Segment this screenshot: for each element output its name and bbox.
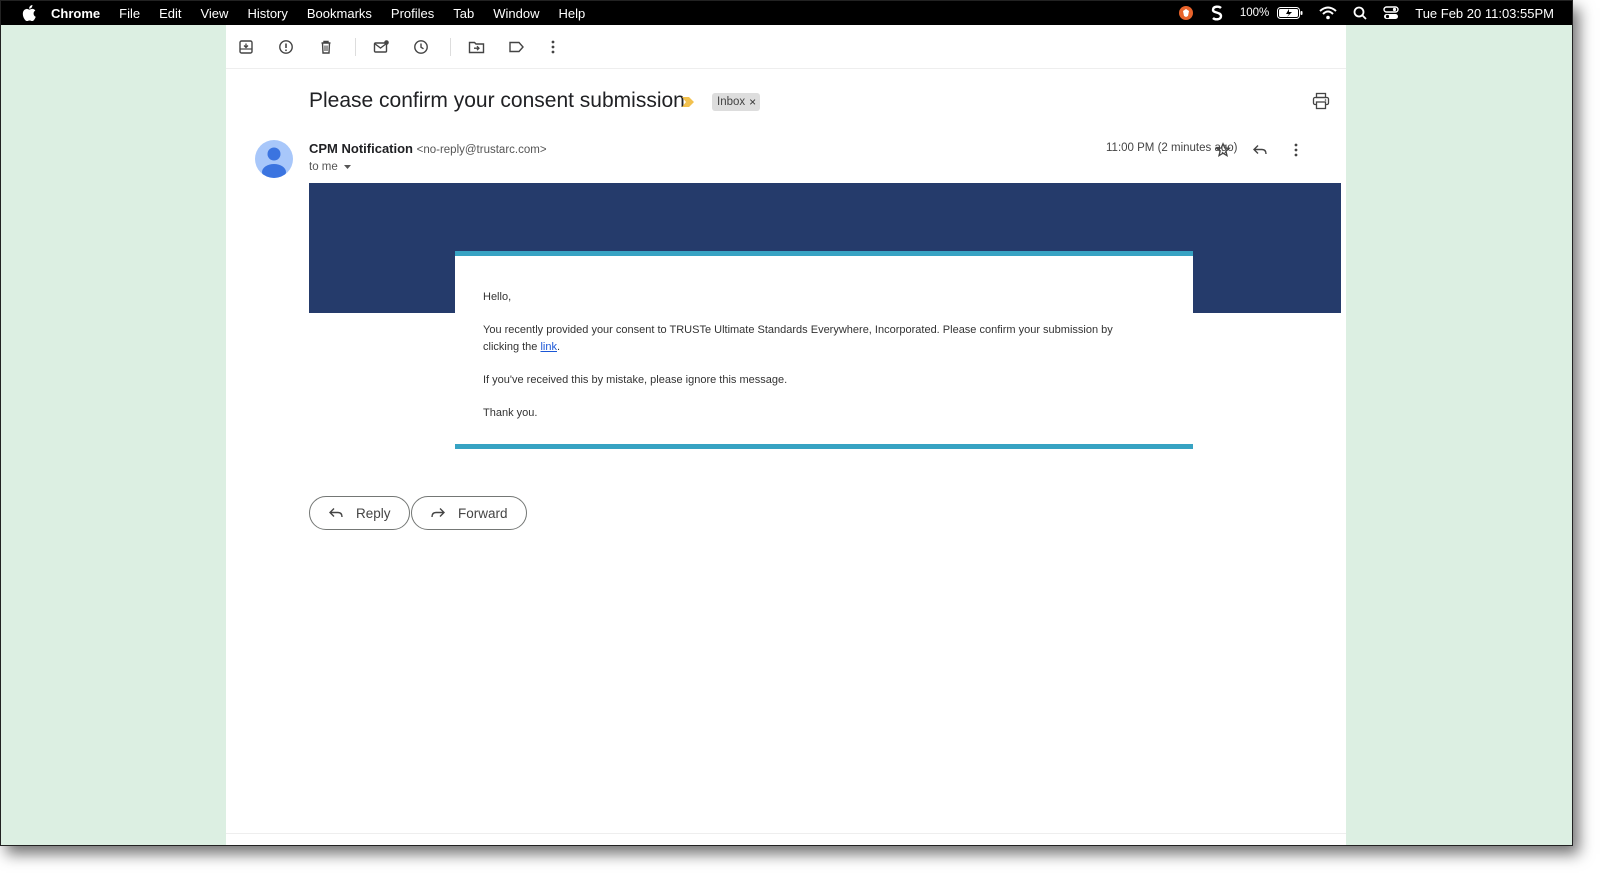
reply-button[interactable]: Reply <box>309 496 410 530</box>
forward-icon <box>431 508 445 518</box>
confirm-link[interactable]: link <box>540 341 557 353</box>
menu-view[interactable]: View <box>200 6 228 21</box>
delete-icon[interactable] <box>315 36 337 58</box>
more-options-icon[interactable] <box>1285 139 1307 161</box>
wifi-icon[interactable] <box>1319 6 1337 20</box>
email-body-line-2: clicking the link. <box>483 341 561 353</box>
recipient-toggle[interactable]: to me <box>309 161 352 173</box>
email-greeting: Hello, <box>483 291 512 303</box>
email-subject: Please confirm your consent submission <box>309 89 685 112</box>
more-icon[interactable] <box>542 36 564 58</box>
s-app-icon[interactable] <box>1210 5 1224 21</box>
reply-icon <box>329 508 343 518</box>
menubar-clock[interactable]: Tue Feb 20 11:03:55PM <box>1415 6 1554 21</box>
archive-icon[interactable] <box>235 36 257 58</box>
menu-edit[interactable]: Edit <box>159 6 181 21</box>
recipient-label: to me <box>309 161 338 173</box>
menu-help[interactable]: Help <box>559 6 586 21</box>
toolbar-divider <box>355 38 356 56</box>
sender-email: <no-reply@trustarc.com> <box>416 144 547 156</box>
report-spam-icon[interactable] <box>275 36 297 58</box>
mark-unread-icon[interactable] <box>370 36 392 58</box>
menu-chrome[interactable]: Chrome <box>51 6 100 21</box>
email-body-line-3: If you've received this by mistake, plea… <box>483 374 788 386</box>
forward-button[interactable]: Forward <box>411 496 527 530</box>
inbox-label: Inbox <box>717 96 746 108</box>
email-toolbar <box>226 25 1346 69</box>
reply-icon[interactable] <box>1249 139 1271 161</box>
email-body-card: Hello, You recently provided your consen… <box>455 251 1193 449</box>
forward-button-label: Forward <box>458 505 508 521</box>
apple-icon[interactable] <box>21 5 37 21</box>
control-center-icon[interactable] <box>1383 6 1399 20</box>
menu-file[interactable]: File <box>119 6 140 21</box>
star-icon[interactable] <box>1212 139 1234 161</box>
chevron-down-icon <box>343 165 351 169</box>
menu-history[interactable]: History <box>247 6 287 21</box>
sender-name[interactable]: CPM Notification <box>309 141 413 156</box>
sender-line: CPM Notification <no-reply@trustarc.com> <box>309 141 547 156</box>
label-icon[interactable] <box>505 36 527 58</box>
menu-window[interactable]: Window <box>493 6 539 21</box>
status-area: 100% Tue Feb 20 11:03:55PM <box>1178 1 1554 25</box>
panel-divider <box>226 833 1346 834</box>
remove-label-button[interactable]: × <box>749 95 756 109</box>
email-body-line-1: You recently provided your consent to TR… <box>483 324 1113 336</box>
brave-icon[interactable] <box>1178 5 1194 21</box>
battery-icon[interactable] <box>1277 7 1303 19</box>
reply-button-label: Reply <box>356 505 391 521</box>
email-view: Please confirm your consent submission I… <box>226 25 1346 845</box>
snooze-icon[interactable] <box>410 36 432 58</box>
print-icon[interactable] <box>1312 92 1330 115</box>
desktop: Chrome File Edit View History Bookmarks … <box>0 0 1573 846</box>
menu-profiles[interactable]: Profiles <box>391 6 434 21</box>
move-to-icon[interactable] <box>465 36 487 58</box>
inbox-label-chip: Inbox × <box>712 93 761 111</box>
menu-tab[interactable]: Tab <box>453 6 474 21</box>
battery-percentage: 100% <box>1239 7 1270 19</box>
menu-bar: Chrome File Edit View History Bookmarks … <box>1 1 1572 25</box>
email-closing: Thank you. <box>483 407 538 419</box>
spotlight-search-icon[interactable] <box>1353 6 1367 20</box>
menu-bookmarks[interactable]: Bookmarks <box>307 6 372 21</box>
toolbar-divider <box>450 38 451 56</box>
importance-marker-icon[interactable] <box>681 95 695 113</box>
sender-avatar[interactable] <box>255 140 293 178</box>
